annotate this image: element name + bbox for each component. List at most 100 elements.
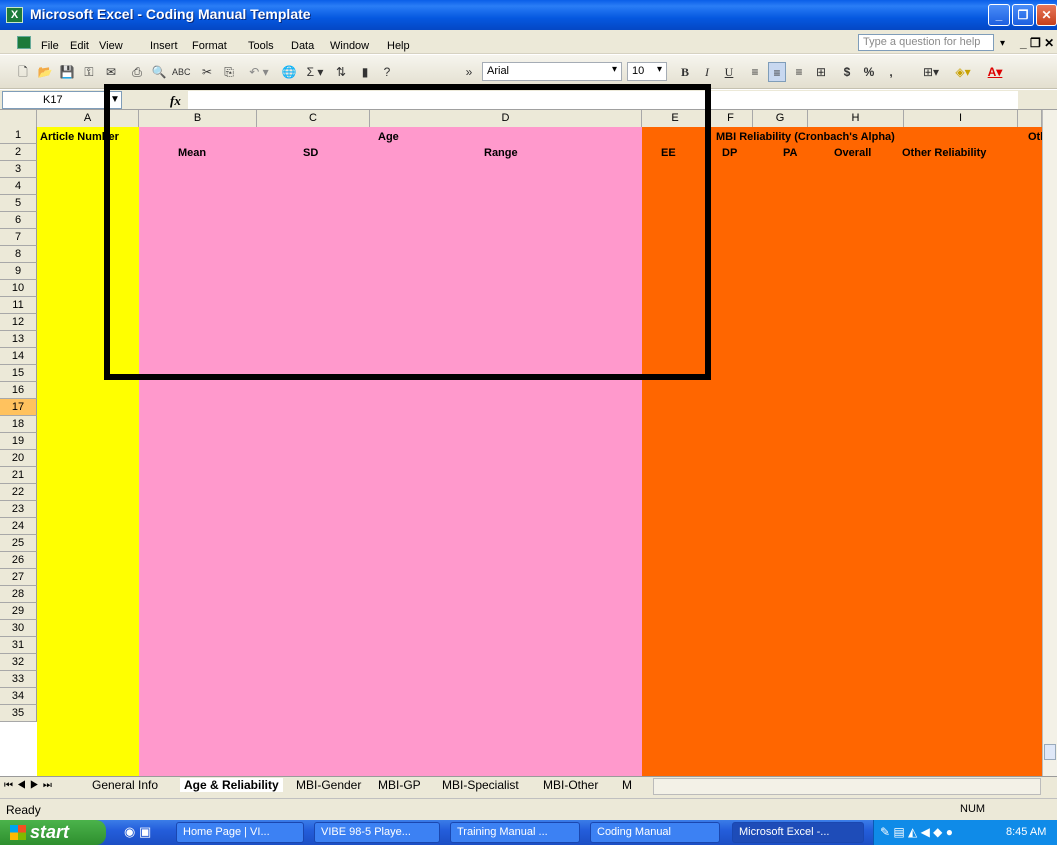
save-icon[interactable]: 💾 xyxy=(58,62,76,82)
hyperlink-icon[interactable]: 🌐 xyxy=(280,62,298,82)
doc-minimize-button[interactable]: _ ❐ ✕ xyxy=(1020,36,1054,50)
tab-mbi-gp[interactable]: MBI-GP xyxy=(378,778,421,792)
row-header[interactable]: 20 xyxy=(0,450,37,467)
font-name-select[interactable]: Arial xyxy=(482,62,622,81)
comma-button[interactable]: , xyxy=(882,62,900,82)
row-header[interactable]: 10 xyxy=(0,280,37,297)
copy-icon[interactable]: ⎘ xyxy=(220,62,238,82)
chart-wizard-icon[interactable]: ▮ xyxy=(356,62,374,82)
column-header-f[interactable]: F xyxy=(709,110,753,127)
row-header[interactable]: 8 xyxy=(0,246,37,263)
row-header[interactable]: 26 xyxy=(0,552,37,569)
menu-window[interactable]: Window xyxy=(330,40,369,52)
menu-insert[interactable]: Insert xyxy=(150,40,178,52)
row-header[interactable]: 5 xyxy=(0,195,37,212)
print-icon[interactable]: ⎙ xyxy=(128,62,146,82)
close-button[interactable]: ✕ xyxy=(1036,4,1057,26)
column-header-g[interactable]: G xyxy=(753,110,808,127)
cell-pa[interactable]: PA xyxy=(783,147,797,159)
scroll-down-arrow-icon[interactable] xyxy=(1044,744,1056,760)
row-header[interactable]: 33 xyxy=(0,671,37,688)
email-icon[interactable]: ✉ xyxy=(102,62,120,82)
align-left-icon[interactable]: ≡ xyxy=(746,62,764,82)
tab-scroll-arrows-icon[interactable]: ⏮◀▶⏭ xyxy=(4,780,56,791)
font-color-icon[interactable]: A▾ xyxy=(982,62,1008,82)
permission-icon[interactable]: ⚿ xyxy=(80,62,98,82)
row-header[interactable]: 23 xyxy=(0,501,37,518)
row-header[interactable]: 13 xyxy=(0,331,37,348)
borders-icon[interactable]: ⊞▾ xyxy=(918,62,944,82)
row-header[interactable]: 27 xyxy=(0,569,37,586)
row-header[interactable]: 9 xyxy=(0,263,37,280)
row-header[interactable]: 25 xyxy=(0,535,37,552)
align-center-icon[interactable]: ≡ xyxy=(768,62,786,82)
row-header[interactable]: 29 xyxy=(0,603,37,620)
menu-data[interactable]: Data xyxy=(291,40,314,52)
row-header[interactable]: 30 xyxy=(0,620,37,637)
autosum-icon[interactable]: Σ ▾ xyxy=(302,62,328,82)
align-right-icon[interactable]: ≡ xyxy=(790,62,808,82)
row-header[interactable]: 31 xyxy=(0,637,37,654)
font-dropdown-icon[interactable]: ▾ xyxy=(612,64,617,75)
cell-mbi-reliability[interactable]: MBI Reliability (Cronbach's Alpha) xyxy=(716,131,895,143)
task-home-page[interactable]: Home Page | VI... xyxy=(176,822,304,843)
merge-center-icon[interactable]: ⊞ xyxy=(812,62,830,82)
select-all-corner[interactable] xyxy=(0,110,37,127)
currency-button[interactable]: $ xyxy=(838,62,856,82)
quicklaunch-icons[interactable]: ◉ ▣ xyxy=(124,824,151,840)
task-training-manual[interactable]: Training Manual ... xyxy=(450,822,580,843)
italic-button[interactable]: I xyxy=(698,62,716,82)
tab-mbi-gender[interactable]: MBI-Gender xyxy=(296,778,361,792)
help-search-input[interactable]: Type a question for help xyxy=(858,34,994,51)
task-coding-manual[interactable]: Coding Manual xyxy=(590,822,720,843)
tray-icons[interactable]: ✎ ▤ ◭ ◀ ◆ ● xyxy=(880,825,953,839)
print-preview-icon[interactable]: 🔍 xyxy=(150,62,168,82)
row-header[interactable]: 4 xyxy=(0,178,37,195)
cell-dp[interactable]: DP xyxy=(722,147,737,159)
row-header[interactable]: 16 xyxy=(0,382,37,399)
row-header[interactable]: 22 xyxy=(0,484,37,501)
bold-button[interactable]: B xyxy=(676,62,694,82)
vertical-scrollbar[interactable] xyxy=(1042,110,1057,776)
menu-format[interactable]: Format xyxy=(192,40,227,52)
menu-view[interactable]: View xyxy=(99,40,123,52)
column-header-i[interactable]: I xyxy=(904,110,1018,127)
row-header[interactable]: 2 xyxy=(0,144,37,161)
row-header[interactable]: 7 xyxy=(0,229,37,246)
cell-overall[interactable]: Overall xyxy=(834,147,871,159)
row-header[interactable]: 15 xyxy=(0,365,37,382)
cut-icon[interactable]: ✂ xyxy=(198,62,216,82)
row-header[interactable]: 1 xyxy=(0,127,37,144)
tab-mbi-other[interactable]: MBI-Other xyxy=(543,778,598,792)
horizontal-scrollbar[interactable] xyxy=(653,778,1041,795)
help-icon[interactable]: ? xyxy=(378,62,396,82)
row-header[interactable]: 35 xyxy=(0,705,37,722)
menu-edit[interactable]: Edit xyxy=(70,40,89,52)
row-header[interactable]: 12 xyxy=(0,314,37,331)
sort-icon[interactable]: ⇅ xyxy=(332,62,350,82)
menu-tools[interactable]: Tools xyxy=(248,40,274,52)
row-header[interactable]: 11 xyxy=(0,297,37,314)
row-header[interactable]: 3 xyxy=(0,161,37,178)
percent-button[interactable]: % xyxy=(860,62,878,82)
row-header[interactable]: 34 xyxy=(0,688,37,705)
tab-m-truncated[interactable]: M xyxy=(622,778,632,792)
new-icon[interactable]: 🗋 xyxy=(14,62,32,82)
task-vibe-player[interactable]: VIBE 98-5 Playe... xyxy=(314,822,440,843)
help-dropdown-icon[interactable]: ▾ xyxy=(1000,38,1005,49)
spelling-icon[interactable]: ABC xyxy=(172,62,191,82)
tab-mbi-specialist[interactable]: MBI-Specialist xyxy=(442,778,519,792)
fill-color-icon[interactable]: ◈▾ xyxy=(950,62,976,82)
row-header[interactable]: 19 xyxy=(0,433,37,450)
undo-icon[interactable]: ↶ ▾ xyxy=(246,62,272,82)
row-header[interactable]: 21 xyxy=(0,467,37,484)
tab-general-info[interactable]: General Info xyxy=(92,778,158,792)
open-icon[interactable]: 📂 xyxy=(36,62,54,82)
minimize-button[interactable]: _ xyxy=(988,4,1010,26)
cell-other-reliability[interactable]: Other Reliability xyxy=(902,147,986,159)
document-icon[interactable] xyxy=(17,36,31,49)
row-header[interactable]: 24 xyxy=(0,518,37,535)
menu-file[interactable]: File xyxy=(41,40,59,52)
underline-button[interactable]: U xyxy=(720,62,738,82)
size-dropdown-icon[interactable]: ▾ xyxy=(657,64,662,75)
